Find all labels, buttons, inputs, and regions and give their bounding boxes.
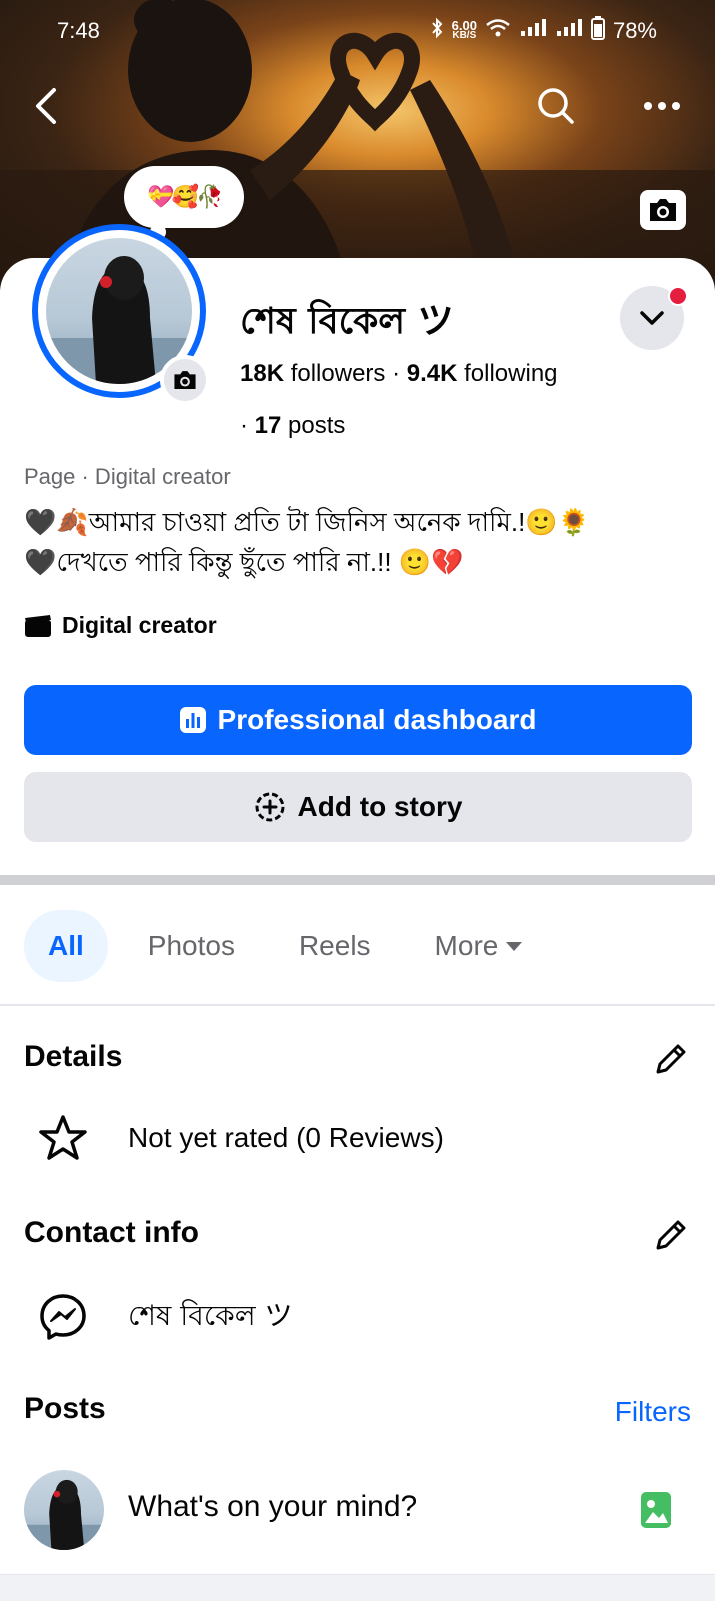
rating-text: Not yet rated (0 Reviews) xyxy=(128,1122,444,1153)
following-count[interactable]: 9.4K xyxy=(407,360,458,387)
chevron-down-icon xyxy=(640,311,664,325)
edit-details-button[interactable] xyxy=(650,1040,690,1080)
follow-stats: 18K followers · 9.4K following xyxy=(240,360,558,388)
messenger-row[interactable]: শেষ বিকেল ツ xyxy=(38,1292,292,1342)
messenger-name: শেষ বিকেল ツ xyxy=(128,1298,293,1332)
battery-percent: 78% xyxy=(612,18,657,43)
profile-tabs: All Photos Reels More xyxy=(24,910,564,982)
camera-icon xyxy=(174,371,196,389)
clapperboard-icon xyxy=(25,614,51,637)
tabs-divider xyxy=(0,1004,715,1006)
composer-avatar[interactable] xyxy=(24,1470,104,1550)
post-stats: · 17 posts xyxy=(240,412,345,440)
rating-row: Not yet rated (0 Reviews) xyxy=(38,1114,444,1162)
add-to-story-label: Add to story xyxy=(297,791,463,822)
status-icons: 6.00 KB/S 78% xyxy=(430,16,657,46)
tab-more[interactable]: More xyxy=(411,910,549,982)
tab-reels[interactable]: Reels xyxy=(275,910,395,982)
net-speed: 6.00 KB/S xyxy=(452,19,477,41)
contact-title: Contact info xyxy=(24,1216,199,1249)
bluetooth-icon xyxy=(430,17,444,45)
creator-row: Digital creator xyxy=(24,612,217,639)
search-icon xyxy=(538,88,574,124)
posts-title: Posts xyxy=(24,1392,106,1425)
creator-label: Digital creator xyxy=(62,612,217,638)
photo-icon xyxy=(641,1492,671,1528)
add-story-icon xyxy=(255,792,285,822)
net-speed-unit: KB/S xyxy=(452,30,477,41)
battery-icon xyxy=(590,16,605,46)
tab-photos-label: Photos xyxy=(147,930,235,961)
bottom-strip xyxy=(0,1574,715,1601)
more-button[interactable] xyxy=(640,84,684,128)
signal-icon xyxy=(519,18,547,44)
camera-icon xyxy=(650,199,676,221)
filters-link[interactable]: Filters xyxy=(615,1396,691,1428)
back-icon xyxy=(36,88,56,124)
followers-count[interactable]: 18K xyxy=(240,360,284,387)
page-category: Page · Digital creator xyxy=(24,464,231,489)
following-label[interactable]: following xyxy=(464,360,557,387)
posts-prefix: · xyxy=(240,412,255,439)
followers-label[interactable]: followers xyxy=(291,360,386,387)
signal-icon-2 xyxy=(555,18,583,44)
back-button[interactable] xyxy=(24,84,68,128)
composer-input[interactable]: What's on your mind? xyxy=(128,1490,417,1524)
caret-down-icon xyxy=(506,942,523,951)
search-button[interactable] xyxy=(534,84,578,128)
notification-dot xyxy=(668,286,688,306)
edit-cover-button[interactable] xyxy=(640,190,686,230)
tab-all-label: All xyxy=(48,930,84,961)
edit-contact-button[interactable] xyxy=(650,1216,690,1256)
add-photo-button[interactable] xyxy=(640,1490,672,1535)
messenger-icon xyxy=(40,1294,86,1340)
posts-label: posts xyxy=(288,412,346,439)
bio-line-2: 🖤দেখতে পারি কিন্তু ছুঁতে পারি না.!! 🙂💔 xyxy=(24,547,464,577)
stats-separator: · xyxy=(392,360,401,387)
professional-dashboard-button[interactable]: Professional dashboard xyxy=(24,685,692,755)
status-bar: 7:48 6.00 KB/S 78% xyxy=(0,0,715,62)
tab-reels-label: Reels xyxy=(298,930,371,961)
star-icon xyxy=(39,1115,87,1160)
more-icon xyxy=(644,102,680,110)
edit-avatar-button[interactable] xyxy=(160,355,210,405)
note-bubble[interactable]: 💝🥰🥀 xyxy=(124,166,244,240)
pencil-icon xyxy=(656,1044,686,1074)
status-time: 7:48 xyxy=(57,18,100,43)
tab-all[interactable]: All xyxy=(24,910,108,982)
tab-photos[interactable]: Photos xyxy=(124,910,259,982)
wifi-icon xyxy=(485,18,511,44)
professional-dashboard-label: Professional dashboard xyxy=(217,704,537,735)
profile-name: শেষ বিকেল ツ xyxy=(240,300,454,342)
note-text: 💝🥰🥀 xyxy=(147,184,223,209)
posts-count: 17 xyxy=(254,412,282,439)
section-divider xyxy=(0,875,715,885)
pencil-icon xyxy=(656,1220,686,1250)
dashboard-icon xyxy=(179,707,206,733)
add-to-story-button[interactable]: Add to story xyxy=(24,772,692,842)
tab-more-label: More xyxy=(434,930,499,961)
bio-line-1: 🖤🍂আমার চাওয়া প্রতি টা জিনিস অনেক দামি.!… xyxy=(24,507,591,537)
details-title: Details xyxy=(24,1040,123,1073)
